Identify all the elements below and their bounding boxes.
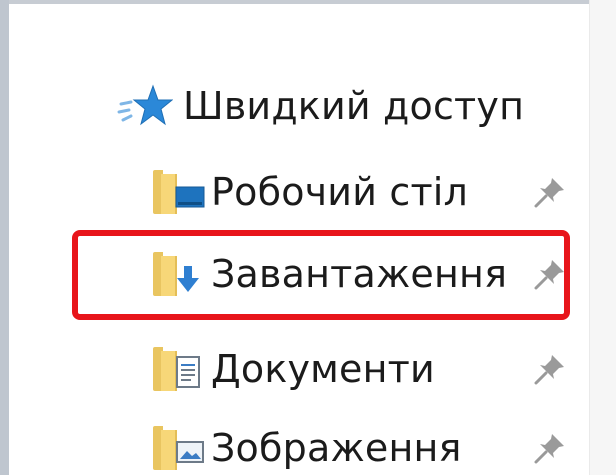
pin-icon[interactable] bbox=[532, 351, 568, 387]
sidebar-item-downloads[interactable]: Завантаження bbox=[149, 244, 564, 304]
star-icon bbox=[117, 82, 174, 130]
quick-access-item[interactable]: Швидкий доступ bbox=[117, 76, 524, 136]
sidebar-item-pictures[interactable]: Зображення bbox=[149, 418, 564, 475]
content-pane-edge bbox=[589, 0, 616, 475]
pin-icon[interactable] bbox=[532, 256, 568, 292]
pictures-folder-icon bbox=[149, 424, 207, 472]
documents-folder-icon bbox=[149, 345, 207, 393]
sidebar-item-desktop[interactable]: Робочий стіл bbox=[149, 162, 564, 222]
sidebar-item-label: Зображення bbox=[211, 426, 462, 470]
window-left-border bbox=[0, 0, 9, 475]
sidebar-item-label: Документи bbox=[211, 347, 435, 391]
desktop-folder-icon bbox=[149, 168, 207, 216]
pin-icon[interactable] bbox=[532, 174, 568, 210]
pin-icon[interactable] bbox=[532, 430, 568, 466]
downloads-folder-icon bbox=[149, 250, 207, 298]
sidebar-item-label: Завантаження bbox=[211, 252, 508, 296]
file-explorer-window: Швидкий доступ Робочий стіл Завантаження… bbox=[0, 0, 616, 475]
quick-access-label: Швидкий доступ bbox=[183, 84, 525, 128]
sidebar-item-label: Робочий стіл bbox=[211, 170, 469, 214]
navigation-pane: Швидкий доступ Робочий стіл Завантаження… bbox=[9, 4, 589, 475]
sidebar-item-documents[interactable]: Документи bbox=[149, 339, 564, 399]
